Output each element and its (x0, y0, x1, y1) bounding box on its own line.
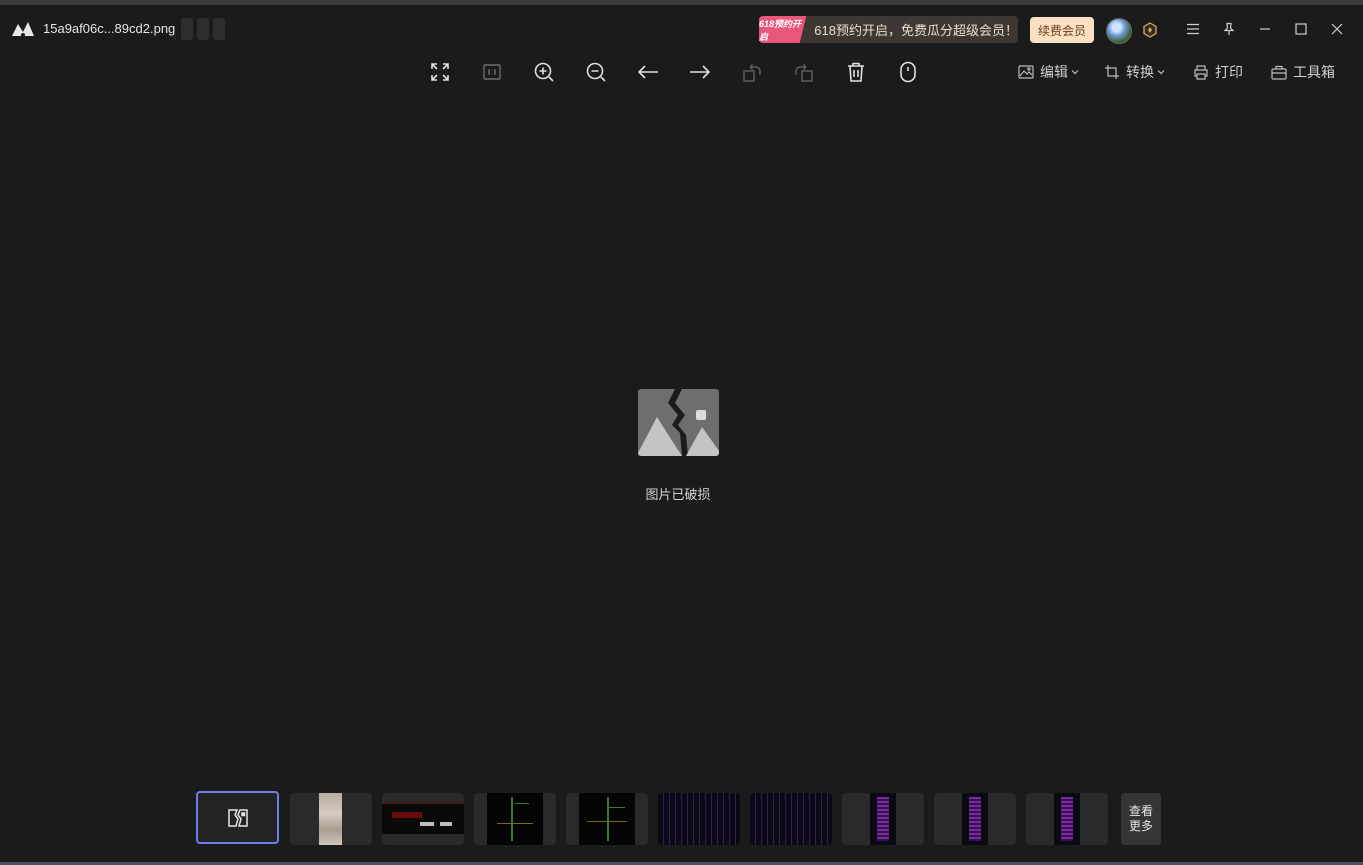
convert-icon (1105, 65, 1119, 79)
thumbnail-image (1054, 793, 1080, 845)
thumbnail[interactable] (290, 793, 372, 845)
renew-membership-button[interactable]: 续费会员 (1030, 17, 1094, 43)
thumbnail-image (319, 793, 342, 845)
pin-icon[interactable] (1220, 20, 1238, 38)
thumbnail-current[interactable] (196, 791, 279, 844)
avatar[interactable] (1106, 18, 1132, 44)
menu-icon[interactable] (1184, 20, 1202, 38)
print-button[interactable]: 打印 (1193, 62, 1243, 82)
thumbnail-image (579, 793, 635, 845)
broken-image-thumb-icon (227, 808, 248, 827)
toolbox-button[interactable]: 工具箱 (1271, 62, 1335, 82)
file-name: 15a9af06c...89cd2.png (43, 21, 176, 36)
zoom-in-icon[interactable] (532, 60, 556, 84)
chevron-down-icon (1071, 70, 1079, 75)
thumbnail[interactable] (382, 793, 464, 845)
rotate-right-icon[interactable] (792, 60, 816, 84)
tab-placeholder[interactable] (181, 18, 193, 40)
thumbnail-image (870, 793, 896, 845)
thumbnail-image (962, 793, 988, 845)
maximize-icon[interactable] (1292, 20, 1310, 38)
thumbnail[interactable] (842, 793, 924, 845)
broken-image-icon (638, 389, 719, 456)
convert-menu[interactable]: 转换 (1104, 62, 1166, 82)
edit-icon (1018, 65, 1034, 79)
thumbnail-image (382, 803, 464, 834)
previous-icon[interactable] (636, 60, 660, 84)
edit-label: 编辑 (1040, 64, 1068, 80)
next-icon[interactable] (688, 60, 712, 84)
delete-icon[interactable] (844, 60, 868, 84)
fullscreen-icon[interactable] (428, 60, 452, 84)
app-logo-icon (12, 22, 34, 37)
thumbnail[interactable] (566, 793, 648, 845)
rotate-left-icon[interactable] (740, 60, 764, 84)
promo-banner[interactable]: 618预约开启 618预约开启，免费瓜分超级会员！ (759, 16, 1018, 43)
vip-badge-icon[interactable] (1142, 22, 1158, 38)
thumbnail[interactable] (658, 793, 740, 845)
thumbnail[interactable] (934, 793, 1016, 845)
print-label: 打印 (1215, 64, 1243, 80)
mouse-icon[interactable] (896, 60, 920, 84)
view-more-button[interactable]: 查看 更多 (1121, 793, 1161, 845)
view-more-label-line2: 更多 (1128, 819, 1153, 833)
chevron-down-icon (1157, 70, 1165, 75)
tab-placeholder[interactable] (213, 18, 225, 40)
minimize-icon[interactable] (1256, 20, 1274, 38)
edit-menu[interactable]: 编辑 (1018, 62, 1080, 82)
thumbnail[interactable] (474, 793, 556, 845)
convert-label: 转换 (1126, 64, 1154, 80)
broken-image-label: 图片已破损 (645, 487, 711, 502)
toolbox-icon (1271, 65, 1287, 80)
thumbnail[interactable] (750, 793, 832, 845)
view-more-label-line1: 查看 (1128, 804, 1153, 818)
toolbox-label: 工具箱 (1293, 64, 1335, 80)
title-bar: 15a9af06c...89cd2.png 618预约开启 618预约开启，免费… (0, 5, 1363, 53)
tab-placeholder[interactable] (197, 18, 209, 40)
thumbnail[interactable] (1026, 793, 1108, 845)
thumbnail-image (750, 793, 832, 845)
actual-size-icon[interactable] (480, 60, 504, 84)
close-icon[interactable] (1328, 20, 1346, 38)
zoom-out-icon[interactable] (584, 60, 608, 84)
thumbnail-image (658, 793, 740, 845)
promo-tag: 618预约开启 (759, 16, 807, 43)
thumbnail-image (487, 793, 543, 845)
promo-text: 618预约开启，免费瓜分超级会员！ (814, 23, 1018, 38)
print-icon (1194, 64, 1208, 80)
